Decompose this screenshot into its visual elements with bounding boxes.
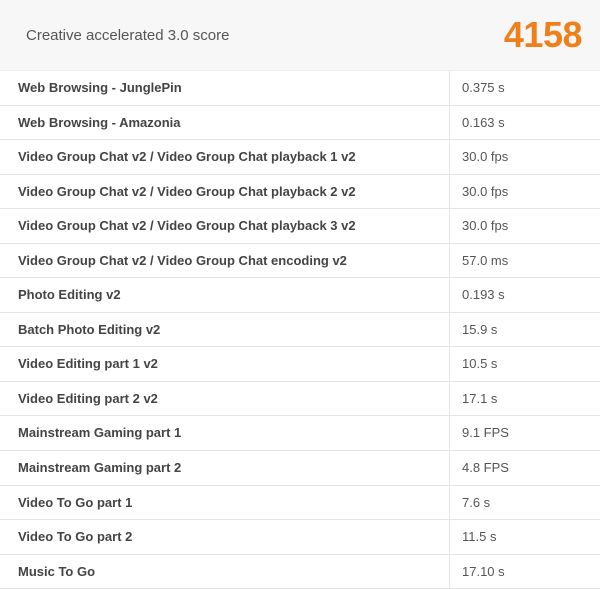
metric-label: Web Browsing - JunglePin	[0, 71, 450, 105]
metric-label: Video Group Chat v2 / Video Group Chat e…	[0, 244, 450, 278]
metric-value: 4.8 FPS	[450, 451, 600, 485]
metric-value: 7.6 s	[450, 486, 600, 520]
metric-label: Mainstream Gaming part 2	[0, 451, 450, 485]
table-row: Video To Go part 2 11.5 s	[0, 520, 600, 555]
table-row: Photo Editing v2 0.193 s	[0, 278, 600, 313]
score-header: Creative accelerated 3.0 score 4158	[0, 0, 600, 71]
metric-label: Video To Go part 1	[0, 486, 450, 520]
table-row: Mainstream Gaming part 1 9.1 FPS	[0, 416, 600, 451]
metric-label: Mainstream Gaming part 1	[0, 416, 450, 450]
results-table: Web Browsing - JunglePin 0.375 s Web Bro…	[0, 71, 600, 589]
table-row: Batch Photo Editing v2 15.9 s	[0, 313, 600, 348]
metric-value: 0.375 s	[450, 71, 600, 105]
table-row: Music To Go 17.10 s	[0, 555, 600, 589]
metric-label: Music To Go	[0, 555, 450, 589]
table-row: Video Editing part 2 v2 17.1 s	[0, 382, 600, 417]
table-row: Web Browsing - Amazonia 0.163 s	[0, 106, 600, 141]
metric-value: 17.1 s	[450, 382, 600, 416]
metric-label: Video Group Chat v2 / Video Group Chat p…	[0, 209, 450, 243]
metric-value: 15.9 s	[450, 313, 600, 347]
benchmark-results-panel: Creative accelerated 3.0 score 4158 Web …	[0, 0, 600, 589]
metric-label: Web Browsing - Amazonia	[0, 106, 450, 140]
score-value: 4158	[504, 14, 582, 56]
metric-value: 30.0 fps	[450, 140, 600, 174]
metric-value: 30.0 fps	[450, 175, 600, 209]
metric-value: 10.5 s	[450, 347, 600, 381]
metric-label: Video Editing part 1 v2	[0, 347, 450, 381]
table-row: Mainstream Gaming part 2 4.8 FPS	[0, 451, 600, 486]
metric-label: Video Editing part 2 v2	[0, 382, 450, 416]
metric-value: 0.163 s	[450, 106, 600, 140]
metric-value: 17.10 s	[450, 555, 600, 589]
metric-label: Video To Go part 2	[0, 520, 450, 554]
table-row: Video Group Chat v2 / Video Group Chat p…	[0, 140, 600, 175]
metric-value: 30.0 fps	[450, 209, 600, 243]
table-row: Video Group Chat v2 / Video Group Chat p…	[0, 209, 600, 244]
table-row: Video Group Chat v2 / Video Group Chat p…	[0, 175, 600, 210]
metric-label: Batch Photo Editing v2	[0, 313, 450, 347]
table-row: Video Editing part 1 v2 10.5 s	[0, 347, 600, 382]
metric-value: 0.193 s	[450, 278, 600, 312]
score-title: Creative accelerated 3.0 score	[26, 27, 229, 44]
metric-label: Photo Editing v2	[0, 278, 450, 312]
metric-value: 11.5 s	[450, 520, 600, 554]
table-row: Web Browsing - JunglePin 0.375 s	[0, 71, 600, 106]
table-row: Video To Go part 1 7.6 s	[0, 486, 600, 521]
metric-label: Video Group Chat v2 / Video Group Chat p…	[0, 140, 450, 174]
table-row: Video Group Chat v2 / Video Group Chat e…	[0, 244, 600, 279]
metric-label: Video Group Chat v2 / Video Group Chat p…	[0, 175, 450, 209]
metric-value: 9.1 FPS	[450, 416, 600, 450]
metric-value: 57.0 ms	[450, 244, 600, 278]
